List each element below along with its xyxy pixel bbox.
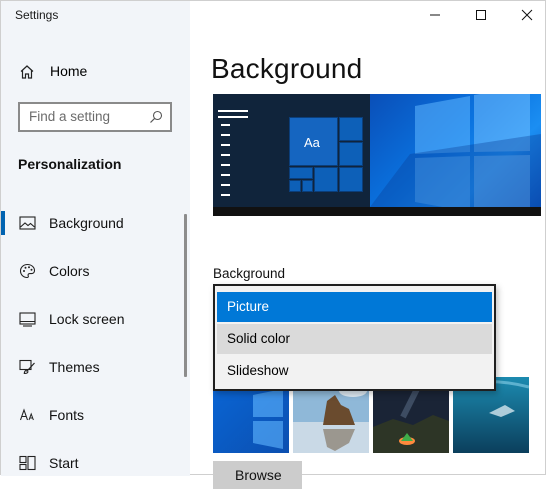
dropdown-option-label: Solid color: [227, 331, 291, 346]
sidebar-item-start[interactable]: Start: [1, 443, 190, 483]
search-icon[interactable]: [149, 110, 163, 124]
background-type-label: Background: [213, 266, 286, 281]
section-title: Personalization: [18, 156, 122, 172]
preview-taskbar: [213, 207, 541, 216]
sidebar-item-label: Themes: [49, 359, 100, 375]
palette-icon: [19, 263, 36, 279]
start-icon: [19, 455, 36, 471]
sidebar-scrollbar[interactable]: [184, 214, 187, 377]
maximize-icon: [476, 10, 486, 20]
dropdown-option-label: Slideshow: [227, 363, 289, 378]
sidebar-item-label: Fonts: [49, 407, 85, 423]
preview-start-panel: [213, 94, 370, 207]
background-type-dropdown[interactable]: Picture Solid color Slideshow: [213, 284, 496, 391]
sidebar-item-fonts[interactable]: Fonts: [1, 395, 190, 435]
page-title: Background: [211, 53, 363, 84]
close-button[interactable]: [504, 1, 546, 29]
picture-icon: [19, 216, 36, 230]
minimize-icon: [430, 14, 440, 16]
settings-window: Settings Home Personalization Background: [0, 0, 546, 489]
lock-screen-icon: [19, 312, 36, 327]
themes-brush-icon: [19, 359, 35, 375]
window-title: Settings: [15, 8, 59, 22]
maximize-button[interactable]: [458, 1, 504, 29]
sidebar-item-colors[interactable]: Colors: [1, 251, 190, 291]
desktop-preview: [213, 94, 541, 216]
sidebar-item-label: Start: [49, 455, 79, 471]
nav-home[interactable]: Home: [1, 57, 190, 87]
minimize-button[interactable]: [412, 1, 458, 29]
preview-sample-text: Aa: [304, 135, 321, 150]
dropdown-option-solid-color[interactable]: Solid color: [217, 324, 492, 354]
svg-text:Aa: Aa: [304, 135, 321, 150]
sidebar-item-label: Lock screen: [49, 311, 125, 327]
sidebar-item-lock-screen[interactable]: Lock screen: [1, 299, 190, 339]
browse-button[interactable]: Browse: [213, 461, 302, 489]
sidebar-item-themes[interactable]: Themes: [1, 347, 190, 387]
preview-wallpaper: [370, 94, 541, 207]
close-icon: [521, 9, 533, 21]
sidebar-item-label: Background: [49, 215, 124, 231]
dropdown-option-slideshow[interactable]: Slideshow: [217, 356, 492, 386]
dropdown-option-picture[interactable]: Picture: [217, 292, 492, 322]
selected-marker: [1, 211, 5, 235]
nav-home-label: Home: [50, 63, 88, 79]
sidebar: Settings Home Personalization Background: [1, 1, 190, 476]
search-input[interactable]: [29, 109, 147, 124]
home-icon: [20, 65, 34, 79]
fonts-icon: [19, 408, 34, 421]
dropdown-option-label: Picture: [227, 299, 270, 314]
search-box[interactable]: [18, 102, 172, 132]
sidebar-item-background[interactable]: Background: [1, 203, 190, 243]
browse-button-label: Browse: [235, 467, 282, 483]
sidebar-item-label: Colors: [49, 263, 90, 279]
